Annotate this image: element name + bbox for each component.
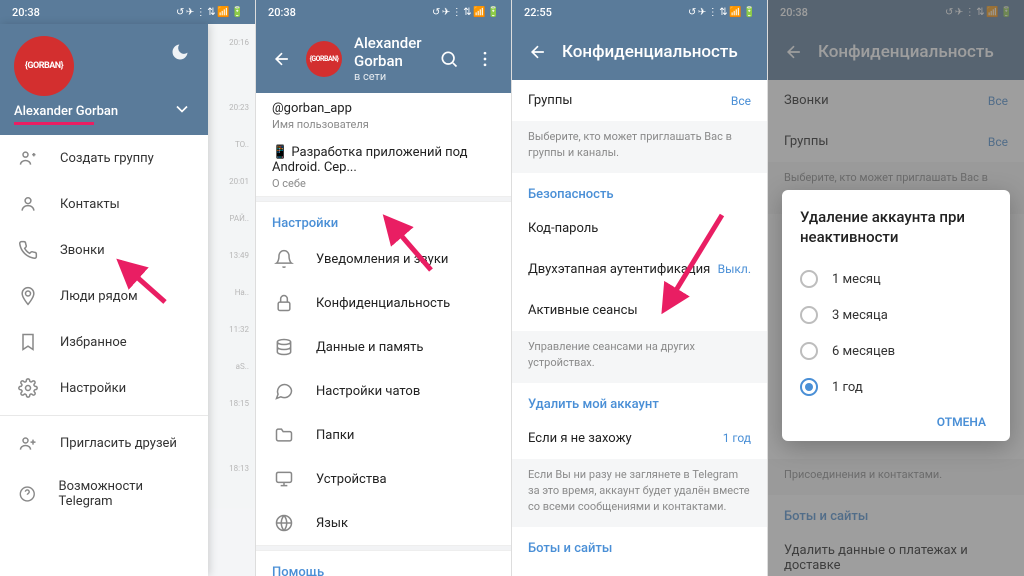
radio-6-months[interactable]: 6 месяцев bbox=[800, 333, 992, 369]
phone-settings: 20:38 ↺ ✈ ⋮ ⇅ 📶 🔋 {GORBAN} Alexander Gor… bbox=[256, 0, 512, 576]
status-time: 22:55 bbox=[524, 6, 552, 19]
phone-drawer: 20:38 ↺ ✈ ⋮ ⇅ 📶 🔋 20:1620:23TO.. 20:01PA… bbox=[0, 0, 256, 576]
menu-label: Люди рядом bbox=[60, 289, 138, 304]
row-label: Настройки чатов bbox=[316, 384, 420, 399]
hint-inactive: Если Вы ни разу не заглянете в Telegram … bbox=[512, 459, 767, 527]
moon-icon[interactable] bbox=[168, 40, 192, 64]
row-label: Папки bbox=[316, 428, 354, 443]
background-chat-list: 20:1620:23TO.. 20:01PAЙ..13:49Ha.. 11:32… bbox=[207, 24, 255, 576]
hint-groups: Выберите, кто может приглашать Вас в гру… bbox=[512, 121, 767, 173]
menu-create-group[interactable]: Создать группу bbox=[0, 135, 208, 181]
section-delete-account: Удалить мой аккаунт bbox=[512, 383, 767, 418]
bio-block[interactable]: 📱 Разработка приложений под Android. Сер… bbox=[256, 137, 511, 196]
menu-label: Избранное bbox=[60, 335, 127, 350]
menu-features[interactable]: Возможности Telegram bbox=[0, 466, 208, 522]
radio-icon bbox=[800, 270, 818, 288]
radio-1-month[interactable]: 1 месяц bbox=[800, 261, 992, 297]
modal-title: Удаление аккаунта при неактивности bbox=[800, 208, 992, 247]
row-twostep[interactable]: Двухэтапная аутентификацияВыкл. bbox=[512, 249, 767, 290]
radio-3-months[interactable]: 3 месяца bbox=[800, 297, 992, 333]
status-icons: ↺ ✈ ⋮ ⇅ 📶 🔋 bbox=[432, 7, 499, 18]
username-block[interactable]: @gorban_appИмя пользователя bbox=[256, 93, 511, 137]
row-groups[interactable]: ГруппыВсе bbox=[512, 80, 767, 121]
row-data[interactable]: Данные и память bbox=[256, 325, 511, 369]
status-time: 20:38 bbox=[12, 6, 40, 19]
row-label: Конфиденциальность bbox=[316, 296, 450, 311]
menu-saved[interactable]: Избранное bbox=[0, 319, 208, 365]
menu-label: Настройки bbox=[60, 381, 126, 396]
back-icon[interactable] bbox=[526, 40, 550, 64]
avatar[interactable]: {GORBAN} bbox=[14, 36, 74, 96]
status-bar: 22:55 ↺ ✈ ⋮ ⇅ 📶 🔋 bbox=[512, 0, 767, 24]
status-icons: ↺ ✈ ⋮ ⇅ 📶 🔋 bbox=[688, 7, 755, 18]
row-chat-settings[interactable]: Настройки чатов bbox=[256, 369, 511, 413]
row-privacy[interactable]: Конфиденциальность bbox=[256, 281, 511, 325]
row-label: Уведомления и звуки bbox=[316, 252, 448, 267]
radio-icon bbox=[800, 342, 818, 360]
menu-label: Пригласить друзей bbox=[60, 436, 177, 451]
row-clear-payments[interactable]: Удалить данные о платежах и доставке bbox=[512, 562, 767, 576]
delete-account-modal: Удаление аккаунта при неактивности 1 мес… bbox=[782, 190, 1010, 441]
menu-calls[interactable]: Звонки bbox=[0, 227, 208, 273]
row-passcode[interactable]: Код-пароль bbox=[512, 208, 767, 249]
row-label: Устройства bbox=[316, 472, 387, 487]
drawer-header: {GORBAN} Alexander Gorban bbox=[0, 24, 208, 135]
hint-sessions: Управление сеансами на других устройства… bbox=[512, 331, 767, 383]
profile-name: Alexander Gorban bbox=[354, 34, 425, 70]
cancel-button[interactable]: ОТМЕНА bbox=[800, 405, 992, 433]
row-folders[interactable]: Папки bbox=[256, 413, 511, 457]
radio-icon bbox=[800, 306, 818, 324]
menu-settings[interactable]: Настройки bbox=[0, 365, 208, 411]
search-icon[interactable] bbox=[437, 47, 461, 71]
section-help: Помощь bbox=[256, 551, 511, 576]
accent-bar bbox=[14, 122, 94, 125]
chevron-down-icon[interactable] bbox=[172, 99, 192, 123]
drawer-username: Alexander Gorban bbox=[14, 104, 194, 119]
privacy-header: Конфиденциальность bbox=[512, 24, 767, 80]
radio-label: 6 месяцев bbox=[832, 344, 895, 359]
status-time: 20:38 bbox=[268, 6, 296, 19]
section-settings: Настройки bbox=[256, 202, 511, 237]
more-icon[interactable] bbox=[473, 47, 497, 71]
section-bots: Боты и сайты bbox=[512, 527, 767, 562]
menu-label: Создать группу bbox=[60, 151, 154, 166]
phone-privacy-modal: 20:38 ↺ ✈ ⋮ ⇅ 📶 🔋 Конфиденциальность Зво… bbox=[768, 0, 1024, 576]
menu-label: Контакты bbox=[60, 197, 120, 212]
divider bbox=[0, 415, 208, 416]
status-bar: 20:38 ↺ ✈ ⋮ ⇅ 📶 🔋 bbox=[256, 0, 511, 24]
profile-status: в сети bbox=[354, 70, 425, 83]
back-icon[interactable] bbox=[270, 47, 294, 71]
radio-1-year[interactable]: 1 год bbox=[800, 369, 992, 405]
row-sessions[interactable]: Активные сеансы bbox=[512, 290, 767, 331]
row-label: Данные и память bbox=[316, 340, 423, 355]
settings-header: {GORBAN} Alexander Gorban в сети bbox=[256, 24, 511, 93]
row-inactive[interactable]: Если я не захожу1 год bbox=[512, 418, 767, 459]
status-icons: ↺ ✈ ⋮ ⇅ 📶 🔋 bbox=[176, 7, 243, 18]
radio-label: 1 месяц bbox=[832, 272, 881, 287]
radio-label: 3 месяца bbox=[832, 308, 888, 323]
section-security: Безопасность bbox=[512, 173, 767, 208]
status-bar: 20:38 ↺ ✈ ⋮ ⇅ 📶 🔋 bbox=[0, 0, 255, 24]
avatar[interactable]: {GORBAN} bbox=[306, 41, 342, 77]
menu-label: Возможности Telegram bbox=[59, 479, 190, 509]
menu-contacts[interactable]: Контакты bbox=[0, 181, 208, 227]
menu-invite[interactable]: Пригласить друзей bbox=[0, 420, 208, 466]
row-label: Язык bbox=[316, 516, 348, 531]
row-notifications[interactable]: Уведомления и звуки bbox=[256, 237, 511, 281]
page-title: Конфиденциальность bbox=[562, 42, 753, 62]
menu-nearby[interactable]: Люди рядом bbox=[0, 273, 208, 319]
row-devices[interactable]: Устройства bbox=[256, 457, 511, 501]
phone-privacy: 22:55 ↺ ✈ ⋮ ⇅ 📶 🔋 Конфиденциальность Гру… bbox=[512, 0, 768, 576]
radio-label: 1 год bbox=[832, 380, 863, 395]
menu-label: Звонки bbox=[60, 243, 105, 258]
row-language[interactable]: Язык bbox=[256, 501, 511, 545]
radio-icon bbox=[800, 378, 818, 396]
